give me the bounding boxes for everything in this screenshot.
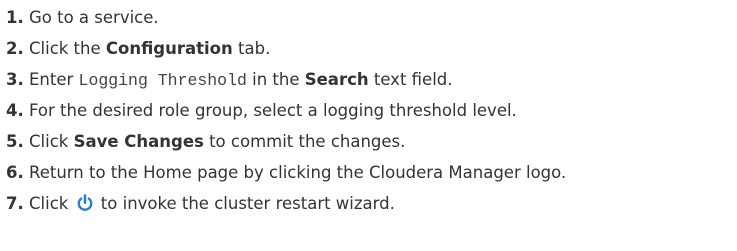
step-text: Click: [29, 194, 74, 213]
step-number: 4.: [6, 101, 24, 120]
step-3: 3. Enter Logging Threshold in the Search…: [6, 64, 737, 95]
step-1: 1. Go to a service.: [6, 2, 737, 33]
step-5: 5. Click Save Changes to commit the chan…: [6, 126, 737, 157]
step-text: in the: [246, 70, 305, 89]
save-changes-reference: Save Changes: [73, 132, 204, 151]
instruction-steps: 1. Go to a service. 2. Click the Configu…: [0, 2, 737, 219]
search-term-code: Logging Threshold: [78, 71, 247, 90]
step-7: 7. Click to invoke the cluster restart w…: [6, 188, 737, 219]
step-text: tab.: [232, 39, 271, 58]
step-number: 1.: [6, 8, 24, 27]
step-text: Return to the Home page by clicking the …: [29, 163, 567, 182]
step-2: 2. Click the Configuration tab.: [6, 33, 737, 64]
step-text: to commit the changes.: [203, 132, 406, 151]
step-number: 2.: [6, 39, 24, 58]
search-field-reference: Search: [304, 70, 369, 89]
restart-icon: [76, 191, 94, 211]
step-number: 6.: [6, 163, 24, 182]
step-4: 4. For the desired role group, select a …: [6, 95, 737, 126]
step-number: 5.: [6, 132, 24, 151]
step-text: text field.: [368, 70, 453, 89]
step-number: 7.: [6, 194, 24, 213]
configuration-tab-reference: Configuration: [105, 39, 233, 58]
step-text: For the desired role group, select a log…: [29, 101, 517, 120]
step-text: Click: [29, 132, 74, 151]
step-number: 3.: [6, 70, 24, 89]
step-text: Go to a service.: [29, 8, 159, 27]
step-text: Click the: [29, 39, 106, 58]
step-text: Enter: [29, 70, 79, 89]
step-6: 6. Return to the Home page by clicking t…: [6, 157, 737, 188]
step-text: to invoke the cluster restart wizard.: [95, 194, 395, 213]
